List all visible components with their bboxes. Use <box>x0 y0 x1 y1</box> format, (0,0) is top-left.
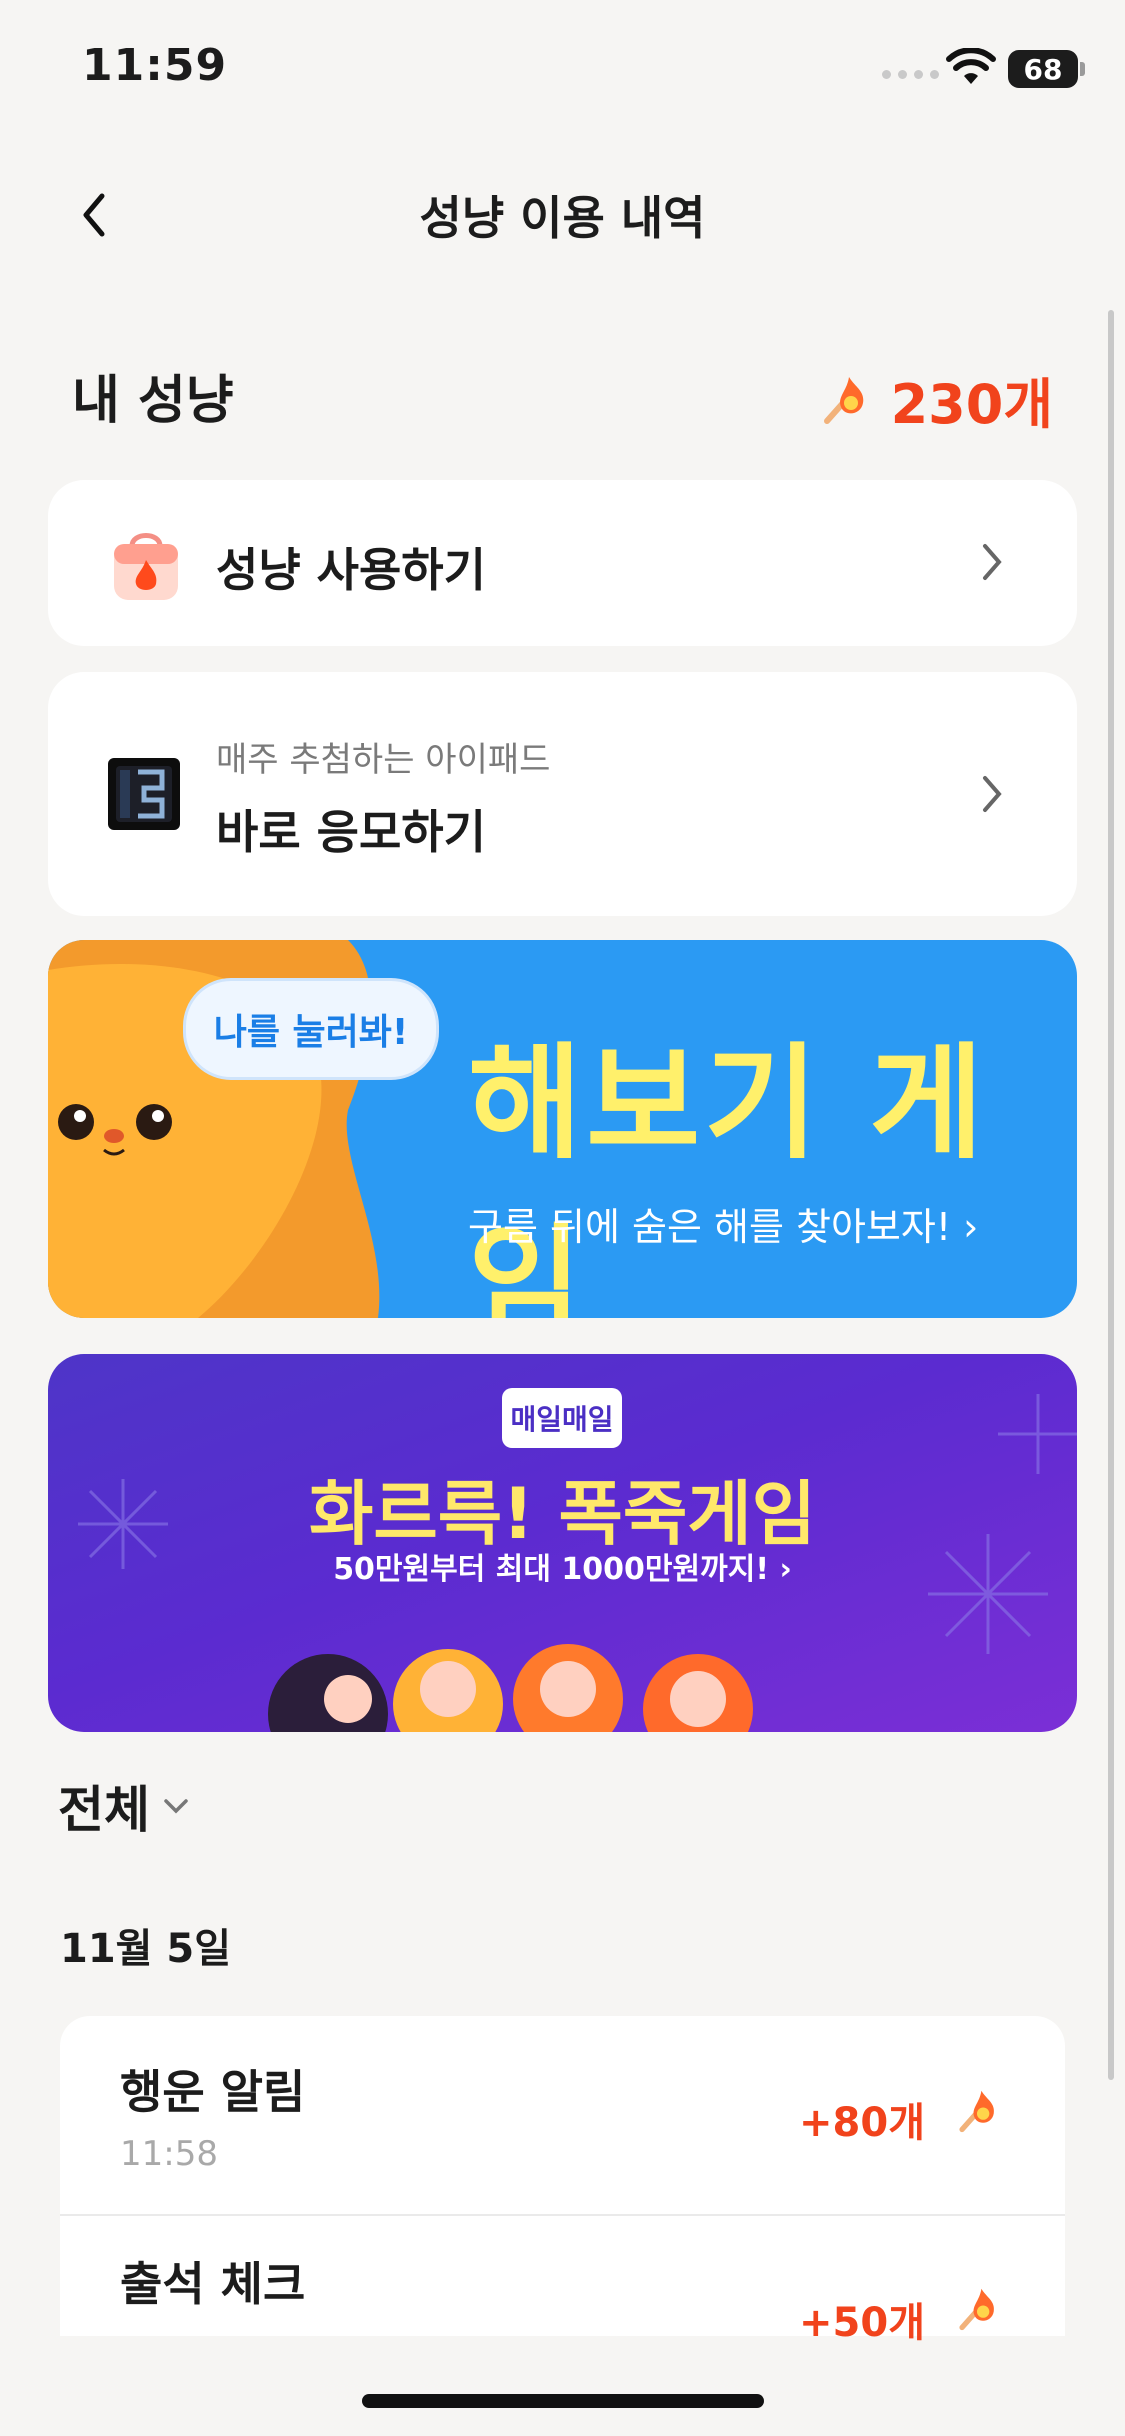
back-button[interactable] <box>74 190 114 244</box>
match-icon <box>959 2090 994 2133</box>
ipad-subtitle: 매주 추첨하는 아이패드 <box>216 740 551 780</box>
history-amount: +50개 <box>799 2300 925 2346</box>
firecracker-game-banner[interactable]: 매일매일 화르륵! 폭죽게임 50만원부터 최대 1000만원까지! › <box>48 1354 1077 1732</box>
sun-game-banner[interactable]: 나를 눌러봐! 해보기 게임 구름 뒤에 숨은 해를 찾아보자! › <box>48 940 1077 1318</box>
shopping-bag-icon <box>108 526 184 608</box>
my-matches-label: 내 성냥 <box>72 371 234 431</box>
battery-icon: 68 <box>1008 50 1078 88</box>
page-title: 성냥 이용 내역 <box>419 191 706 245</box>
filter-dropdown[interactable]: 전체 <box>58 1770 190 1842</box>
ipad-entry-label: 바로 응모하기 <box>216 805 486 859</box>
sun-game-title: 해보기 게임 <box>468 1032 988 1318</box>
home-indicator[interactable] <box>362 2394 764 2408</box>
use-matches-card[interactable]: 성냥 사용하기 <box>48 480 1077 646</box>
filter-label: 전체 <box>58 1781 150 1839</box>
history-title: 행운 알림 <box>120 2065 306 2119</box>
match-icon <box>823 376 863 424</box>
chevron-down-icon <box>164 1799 188 1814</box>
chevron-right-icon <box>983 776 1002 812</box>
wifi-icon <box>946 47 996 92</box>
chevron-right-icon <box>983 544 1002 580</box>
history-item[interactable]: 행운 알림 11:58 +80개 <box>60 2016 1065 2214</box>
history-amount: +80개 <box>799 2100 925 2146</box>
my-matches-count: 230개 <box>819 360 1053 439</box>
speech-bubble: 나를 눌러봐! <box>183 978 439 1080</box>
use-matches-label: 성냥 사용하기 <box>216 543 486 597</box>
history-title: 출석 체크 <box>120 2257 306 2311</box>
match-icon <box>959 2288 994 2331</box>
scrollbar[interactable] <box>1108 310 1114 2080</box>
firecracker-game-subtitle: 50만원부터 최대 1000만원까지! › <box>333 1552 792 1587</box>
sun-game-subtitle: 구름 뒤에 숨은 해를 찾아보자! › <box>468 1205 979 1249</box>
date-header: 11월 5일 <box>60 1926 232 1972</box>
battery-tip <box>1080 62 1085 76</box>
ipad-entry-card[interactable]: 매주 추첨하는 아이패드 바로 응모하기 <box>48 672 1077 916</box>
my-matches-count-value: 230개 <box>890 373 1053 436</box>
ipad-thumbnail <box>108 758 180 834</box>
chevron-left-icon <box>83 193 105 237</box>
history-time: 11:58 <box>120 2134 218 2174</box>
daily-badge: 매일매일 <box>502 1388 622 1448</box>
status-time: 11:59 <box>82 40 228 91</box>
history-item[interactable]: 출석 체크 +50개 <box>60 2216 1065 2346</box>
cellular-signal-icon <box>882 70 939 79</box>
